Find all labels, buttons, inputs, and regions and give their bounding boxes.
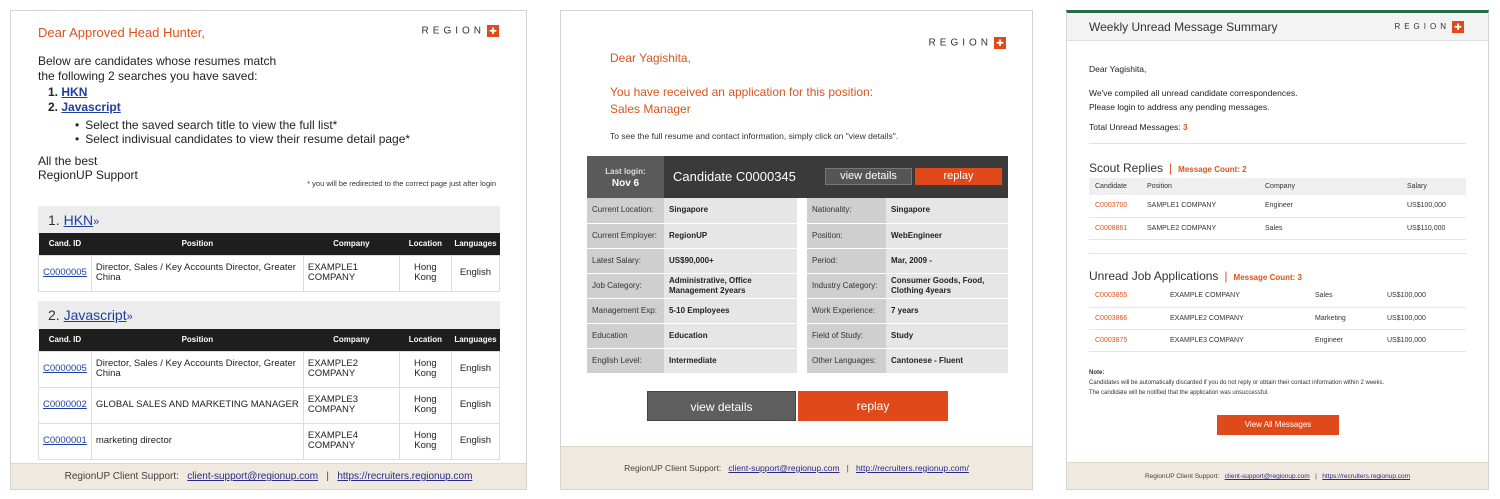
intro-text: Below are candidates whose resumes match…: [38, 54, 277, 83]
table-row: C0000002 GLOBAL SALES AND MARKETING MANA…: [38, 386, 501, 424]
candidate-id-link[interactable]: C0000005: [43, 363, 87, 374]
view-all-messages-button[interactable]: View All Messages: [1217, 415, 1339, 435]
unread-applications-heading: Unread Job Applications | Message Count: 3: [1089, 269, 1303, 283]
instruction-list: Select the saved search title to view th…: [75, 118, 410, 146]
view-details-button-small[interactable]: view details: [825, 168, 912, 185]
chevron-right-icon: »: [93, 216, 100, 228]
region-logo: REGION ✚: [929, 37, 1006, 49]
recruiters-site-link[interactable]: https://recruiters.regionup.com: [337, 471, 472, 482]
divider: [1089, 143, 1466, 144]
scout-replies-heading: Scout Replies | Message Count: 2: [1089, 161, 1247, 175]
saved-search-item[interactable]: 1. HKN: [48, 85, 121, 100]
logo-mark-icon: ✚: [1452, 21, 1464, 33]
table-row: C0000005 Director, Sales / Key Accounts …: [38, 254, 501, 292]
section-header-hkn: 1. HKN»: [38, 206, 500, 235]
support-email-link[interactable]: client-support@regionup.com: [1225, 473, 1310, 480]
logo-mark-icon: ✚: [994, 37, 1006, 49]
saved-search-item[interactable]: 2. Javascript: [48, 100, 121, 115]
candidate-table-hkn: Cand. ID Position Company Location Langu…: [38, 233, 501, 292]
candidate-id-link[interactable]: C0000002: [43, 399, 87, 410]
footer: RegionUP Client Support: client-support@…: [11, 463, 526, 489]
recruiters-site-link[interactable]: https://recruiters.regionup.com: [1322, 473, 1410, 480]
candidate-id-link[interactable]: C0003700: [1089, 195, 1141, 218]
table-row: Latest Salary: US$90,000+ Period: Mar, 2009…: [587, 248, 1008, 274]
email-new-application: REGION ✚ Dear Yagishita, You have receive…: [560, 10, 1033, 490]
email-saved-search-results: Dear Approved Head Hunter, REGION ✚ Below…: [10, 10, 527, 490]
summary-title: Weekly Unread Message Summary: [1089, 20, 1278, 34]
candidate-id-link[interactable]: C0000001: [43, 435, 87, 446]
scout-replies-table: Candidate Position Company Salary C00037…: [1089, 178, 1466, 240]
candidate-title: Candidate C0000345: [673, 169, 796, 184]
candidate-card-header: Last login: Nov 6 Candidate C0000345 vie…: [587, 156, 1008, 198]
total-unread-count: 3: [1183, 122, 1188, 132]
last-login: Last login: Nov 6: [587, 156, 664, 198]
table-row: English Level: Intermediate Other Language…: [587, 348, 1008, 374]
redirect-note: * you will be redirected to the correct …: [307, 179, 496, 188]
table-row: C0003700 SAMPLE1 COMPANY Engineer US$100…: [1089, 195, 1466, 218]
signoff: All the best RegionUP Support: [38, 154, 138, 182]
table-row: C0000001 marketing director EXAMPLE4 COM…: [38, 422, 501, 460]
email-weekly-summary: Weekly Unread Message Summary REGION ✚ De…: [1066, 10, 1489, 490]
section-link-hkn[interactable]: HKN: [64, 212, 94, 228]
table-row: Current Location: Singapore Nationality: Si…: [587, 198, 1008, 224]
saved-search-link-hkn[interactable]: HKN: [61, 85, 87, 99]
section-header-javascript: 2. Javascript»: [38, 301, 500, 330]
table-row: C0003855 EXAMPLE COMPANY Sales US$100,00…: [1089, 285, 1466, 308]
summary-intro: Dear Yagishita, We've compiled all unrea…: [1089, 64, 1298, 132]
table-row: Job Category: Administrative, Office Mana…: [587, 273, 1008, 299]
candidate-table-javascript: Cand. ID Position Company Location Langu…: [38, 329, 501, 460]
table-row: Current Employer: RegionUP Position: WebEng…: [587, 223, 1008, 249]
view-details-hint: To see the full resume and contact infor…: [610, 131, 899, 141]
divider: [1089, 253, 1466, 254]
support-email-link[interactable]: client-support@regionup.com: [187, 471, 318, 482]
application-message: You have received an application for thi…: [610, 85, 874, 116]
candidate-id-link[interactable]: C0003866: [1089, 307, 1164, 330]
chevron-right-icon: »: [126, 311, 133, 323]
support-email-link[interactable]: client-support@regionup.com: [728, 463, 839, 473]
footer: RegionUP Client Support: client-support@…: [561, 446, 1032, 489]
replay-button-small[interactable]: replay: [915, 168, 1002, 185]
unread-applications-table: C0003855 EXAMPLE COMPANY Sales US$100,00…: [1089, 285, 1466, 352]
section-link-javascript[interactable]: Javascript: [64, 307, 127, 323]
table-row: Education Education Field of Study: Study: [587, 323, 1008, 349]
candidate-id-link[interactable]: C0003855: [1089, 285, 1164, 308]
candidate-id-link[interactable]: C0003875: [1089, 329, 1164, 352]
greeting: Dear Approved Head Hunter,: [38, 25, 205, 40]
footer: RegionUP Client Support: client-support@…: [1067, 462, 1488, 489]
table-row: C0000005 Director, Sales / Key Accounts …: [38, 350, 501, 388]
view-details-button[interactable]: view details: [647, 391, 796, 421]
replay-button[interactable]: replay: [798, 391, 948, 421]
table-row: Management Exp: 5-10 Employees Work Experi…: [587, 298, 1008, 324]
candidate-card: Last login: Nov 6 Candidate C0000345 vie…: [587, 156, 1008, 374]
recruiters-site-link[interactable]: http://recruiters.regionup.com/: [856, 463, 969, 473]
saved-search-link-javascript[interactable]: Javascript: [61, 100, 120, 114]
instruction-item: Select the saved search title to view th…: [75, 118, 410, 132]
region-logo: REGION ✚: [1394, 21, 1464, 33]
candidate-info-table: Current Location: Singapore Nationality: Si…: [587, 198, 1008, 374]
logo-mark-icon: ✚: [487, 25, 499, 37]
instruction-item: Select indivisual candidates to view the…: [75, 132, 410, 146]
greeting: Dear Yagishita,: [610, 51, 691, 65]
table-row: C0008861 SAMPLE2 COMPANY Sales US$110,00…: [1089, 217, 1466, 240]
table-row: C0003875 EXAMPLE3 COMPANY Engineer US$10…: [1089, 329, 1466, 352]
region-logo: REGION ✚: [422, 25, 499, 37]
candidate-id-link[interactable]: C0008861: [1089, 217, 1141, 240]
notes: Note: Candidates will be automatically d…: [1089, 370, 1385, 396]
candidate-id-link[interactable]: C0000005: [43, 267, 87, 278]
saved-search-list: 1. HKN 2. Javascript: [48, 85, 121, 115]
table-row: C0003866 EXAMPLE2 COMPANY Marketing US$1…: [1089, 307, 1466, 330]
